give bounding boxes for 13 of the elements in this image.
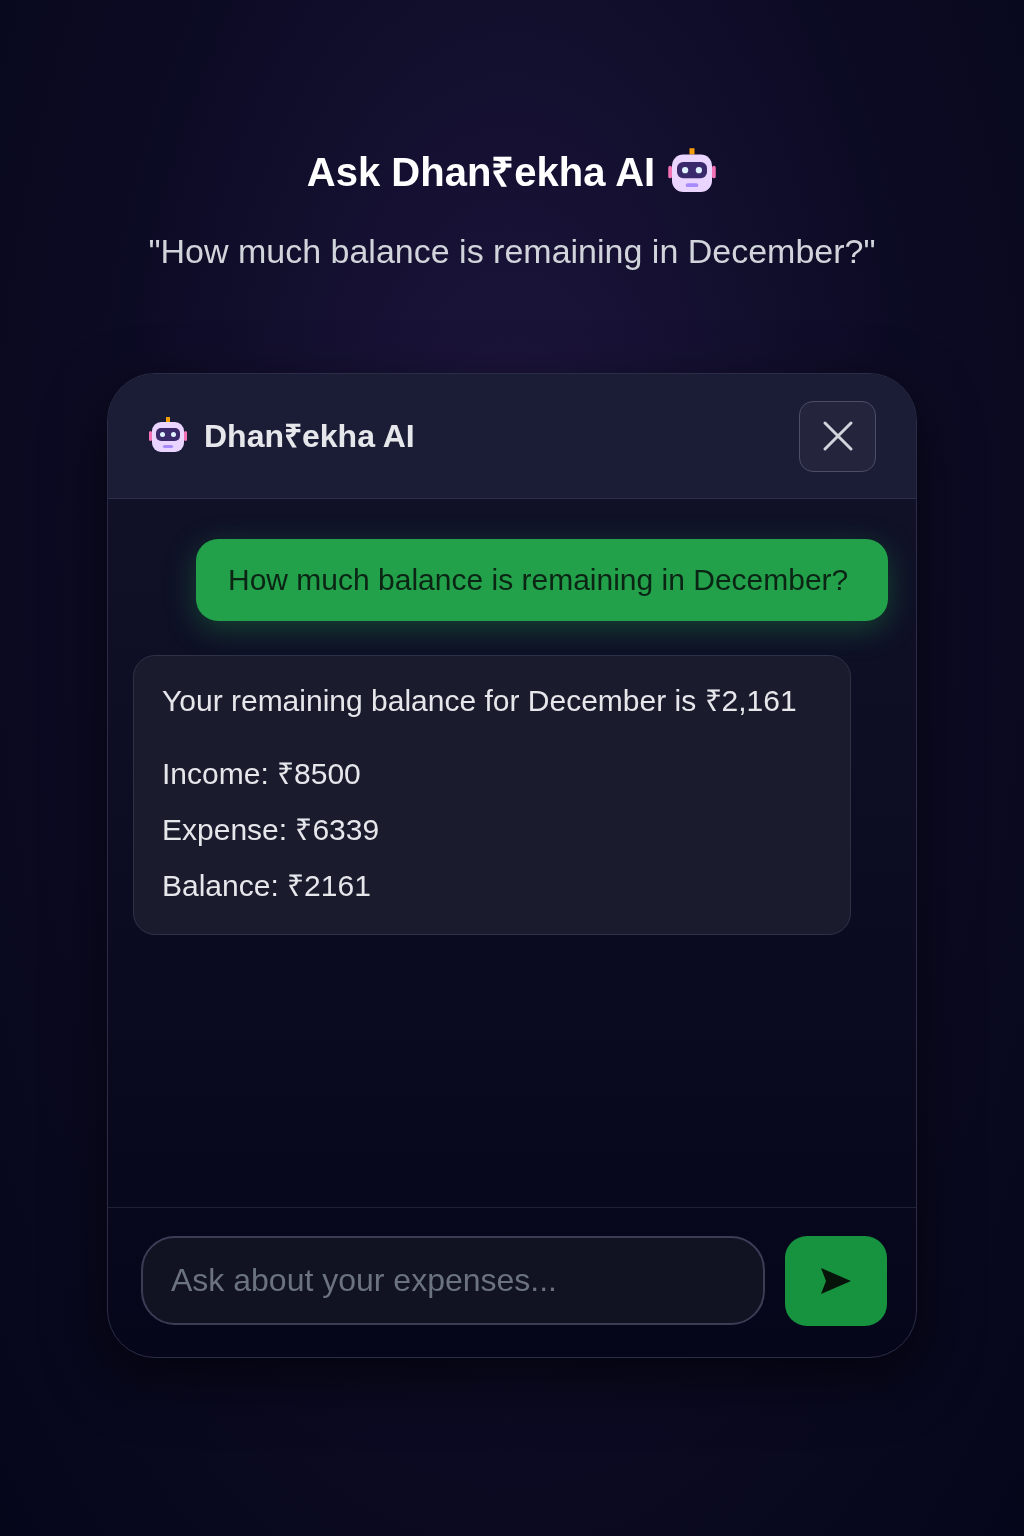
page-subtitle: "How much balance is remaining in December?" (148, 231, 876, 272)
send-icon (821, 1267, 852, 1294)
chat-title: Dhan₹ekha AI (204, 417, 415, 456)
message-line: Balance: ₹2161 (162, 868, 372, 904)
message-text: Your remaining balance for December is ₹2,161 (162, 683, 798, 719)
message-input[interactable]: Ask about your expenses... (141, 1236, 766, 1325)
page-title: Ask Dhan₹ekha AI (306, 149, 656, 196)
close-button[interactable] (799, 400, 876, 472)
send-button[interactable] (785, 1235, 887, 1326)
close-icon (821, 420, 854, 452)
message-line: Expense: ₹6339 (162, 812, 381, 848)
user-message: How much balance is remaining in December? (196, 539, 888, 621)
message-line: Income: ₹8500 (162, 756, 362, 792)
